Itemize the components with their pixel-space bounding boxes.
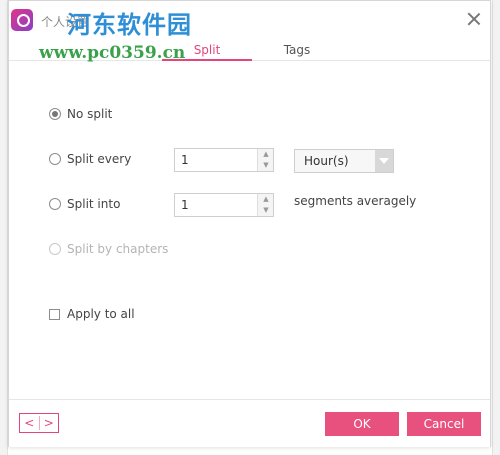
split-into-spin-buttons: ▲ ▼	[257, 194, 273, 216]
apply-to-all-label: Apply to all	[67, 307, 135, 321]
segments-averagely-label: segments averagely	[294, 194, 417, 208]
app-logo-icon	[11, 9, 33, 31]
watermark-site-name: 河东软件园	[67, 10, 192, 39]
prev-next-nav: < >	[19, 413, 59, 433]
option-split-into[interactable]: Split into	[49, 197, 120, 211]
increment-icon[interactable]: ▲	[258, 194, 274, 205]
apply-to-all-row[interactable]: Apply to all	[49, 307, 135, 321]
tab-split[interactable]: Split	[162, 43, 252, 57]
split-every-radio[interactable]	[49, 153, 61, 165]
split-by-chapters-label: Split by chapters	[67, 242, 169, 256]
background-window-left	[0, 0, 8, 455]
chevron-right-icon[interactable]: >	[39, 414, 58, 432]
split-every-spin-buttons: ▲ ▼	[257, 149, 273, 171]
decrement-icon[interactable]: ▼	[258, 205, 274, 216]
dialog-header: 个人设置 河东软件园 www.pc0359.cn Split Tags	[9, 1, 490, 63]
split-options-panel: No split Split every ▲ ▼ Hour(s) Split i…	[9, 62, 490, 398]
split-by-chapters-radio	[49, 243, 61, 255]
option-no-split[interactable]: No split	[49, 107, 112, 121]
split-unit-select[interactable]: Hour(s)	[294, 149, 394, 173]
split-into-label: Split into	[67, 197, 121, 211]
split-unit-value: Hour(s)	[304, 154, 349, 168]
no-split-radio[interactable]	[49, 108, 61, 120]
option-split-every[interactable]: Split every	[49, 152, 131, 166]
split-every-label: Split every	[67, 152, 132, 166]
active-tab-indicator	[162, 59, 252, 61]
dialog-footer: < > OK Cancel	[9, 399, 490, 447]
chevron-down-icon[interactable]	[375, 150, 393, 172]
split-into-radio[interactable]	[49, 198, 61, 210]
increment-icon[interactable]: ▲	[258, 149, 274, 160]
split-every-stepper[interactable]: ▲ ▼	[174, 148, 274, 172]
tab-tags[interactable]: Tags	[267, 43, 327, 57]
no-split-label: No split	[67, 107, 113, 121]
apply-to-all-checkbox[interactable]	[49, 308, 60, 320]
close-icon[interactable]	[466, 11, 482, 27]
decrement-icon[interactable]: ▼	[258, 160, 274, 171]
split-into-input[interactable]	[175, 194, 255, 216]
ok-button[interactable]: OK	[325, 412, 399, 436]
split-into-stepper[interactable]: ▲ ▼	[174, 193, 274, 217]
cancel-button[interactable]: Cancel	[407, 412, 481, 436]
split-settings-dialog: 个人设置 河东软件园 www.pc0359.cn Split Tags No s…	[8, 0, 491, 447]
option-split-by-chapters: Split by chapters	[49, 242, 168, 256]
split-every-input[interactable]	[175, 149, 255, 171]
chevron-left-icon[interactable]: <	[20, 414, 39, 432]
background-window-right	[492, 0, 500, 455]
